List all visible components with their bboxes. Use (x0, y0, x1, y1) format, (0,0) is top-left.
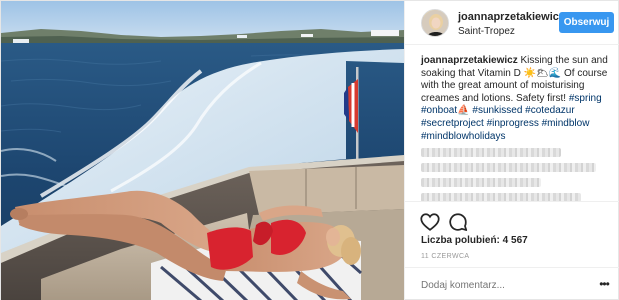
avatar-image (422, 10, 448, 36)
comment-input[interactable] (421, 277, 591, 293)
header-location[interactable]: Saint-Tropez (458, 26, 515, 37)
blurred-comment (421, 163, 596, 172)
follow-button[interactable]: Obserwuj (559, 12, 614, 33)
post-header: joannaprzetakiewicz Saint-Tropez Obserwu… (405, 1, 619, 45)
heart-icon[interactable] (419, 211, 441, 233)
blurred-comment (421, 148, 561, 157)
blurred-comment (421, 178, 541, 187)
instagram-post: joannaprzetakiewicz Saint-Tropez Obserwu… (0, 0, 619, 300)
likes-count[interactable]: Liczba polubień: 4 567 (421, 235, 528, 246)
header-username[interactable]: joannaprzetakiewicz (458, 11, 564, 23)
post-photo[interactable] (1, 1, 404, 300)
comment-icon[interactable] (447, 211, 469, 233)
post-date[interactable]: 11 CZERWCA (421, 253, 469, 260)
caption-username[interactable]: joannaprzetakiewicz (421, 55, 518, 66)
post-side-panel: joannaprzetakiewicz Saint-Tropez Obserwu… (404, 1, 619, 300)
more-options-icon[interactable]: ••• (595, 276, 613, 294)
avatar[interactable] (421, 9, 449, 37)
boat-sunbathing-image (1, 1, 404, 300)
post-caption: joannaprzetakiewicz Kissing the sun and … (421, 55, 615, 143)
add-comment-bar: ••• (405, 267, 619, 300)
